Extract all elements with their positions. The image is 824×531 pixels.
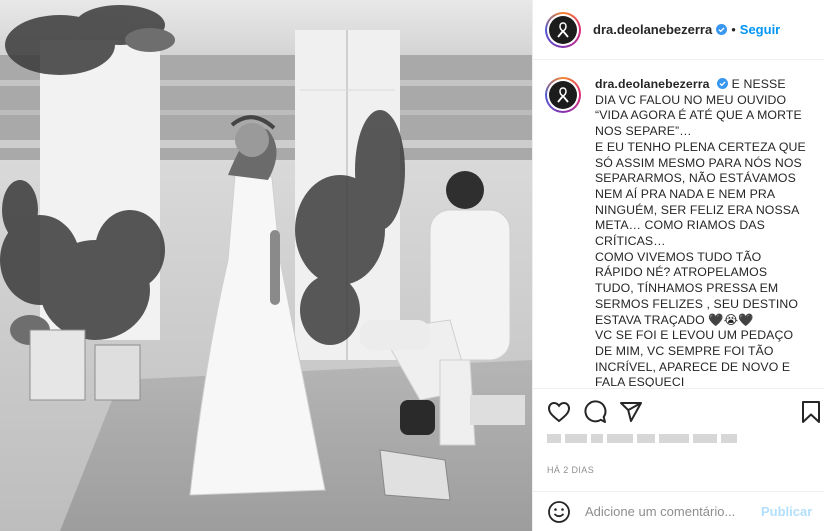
comments-section[interactable]: dra.deolanebezerra E NESSE DIA VC FALOU … <box>533 61 824 387</box>
post-side-panel: dra.deolanebezerra • Seguir dra.deolaneb… <box>532 0 824 531</box>
verified-badge-icon <box>716 24 728 35</box>
post-date[interactable]: HÁ 2 DIAS <box>547 465 594 475</box>
likes-count-blurred[interactable] <box>547 430 741 446</box>
action-bar <box>533 388 824 432</box>
username[interactable]: dra.deolanebezerra <box>593 22 712 37</box>
add-comment-bar: Publicar <box>533 491 824 531</box>
black-ribbon-icon <box>557 87 569 103</box>
bookmark-icon[interactable] <box>799 400 823 424</box>
post-caption: dra.deolanebezerra E NESSE DIA VC FALOU … <box>595 77 809 387</box>
share-icon[interactable] <box>619 400 643 424</box>
mourning-ribbon-avatar <box>549 81 577 109</box>
avatar[interactable] <box>545 11 581 48</box>
post-photo[interactable] <box>0 0 532 531</box>
emoji-icon[interactable] <box>547 500 571 524</box>
mourning-ribbon-avatar <box>549 15 577 44</box>
verified-badge-icon <box>717 78 729 89</box>
separator-dot: • <box>731 22 736 37</box>
caption-avatar[interactable] <box>545 77 581 113</box>
heart-icon[interactable] <box>547 400 571 424</box>
post-header: dra.deolanebezerra • Seguir <box>533 0 824 60</box>
black-ribbon-icon <box>557 21 569 38</box>
comment-input[interactable] <box>585 501 761 522</box>
caption-username[interactable]: dra.deolanebezerra <box>595 77 710 91</box>
publish-button[interactable]: Publicar <box>761 504 812 519</box>
comment-icon[interactable] <box>583 400 607 424</box>
follow-button[interactable]: Seguir <box>740 22 780 37</box>
wedding-proposal-photo <box>0 0 532 531</box>
caption-text: E NESSE DIA VC FALOU NO MEU OUVIDO “VIDA… <box>595 77 806 387</box>
